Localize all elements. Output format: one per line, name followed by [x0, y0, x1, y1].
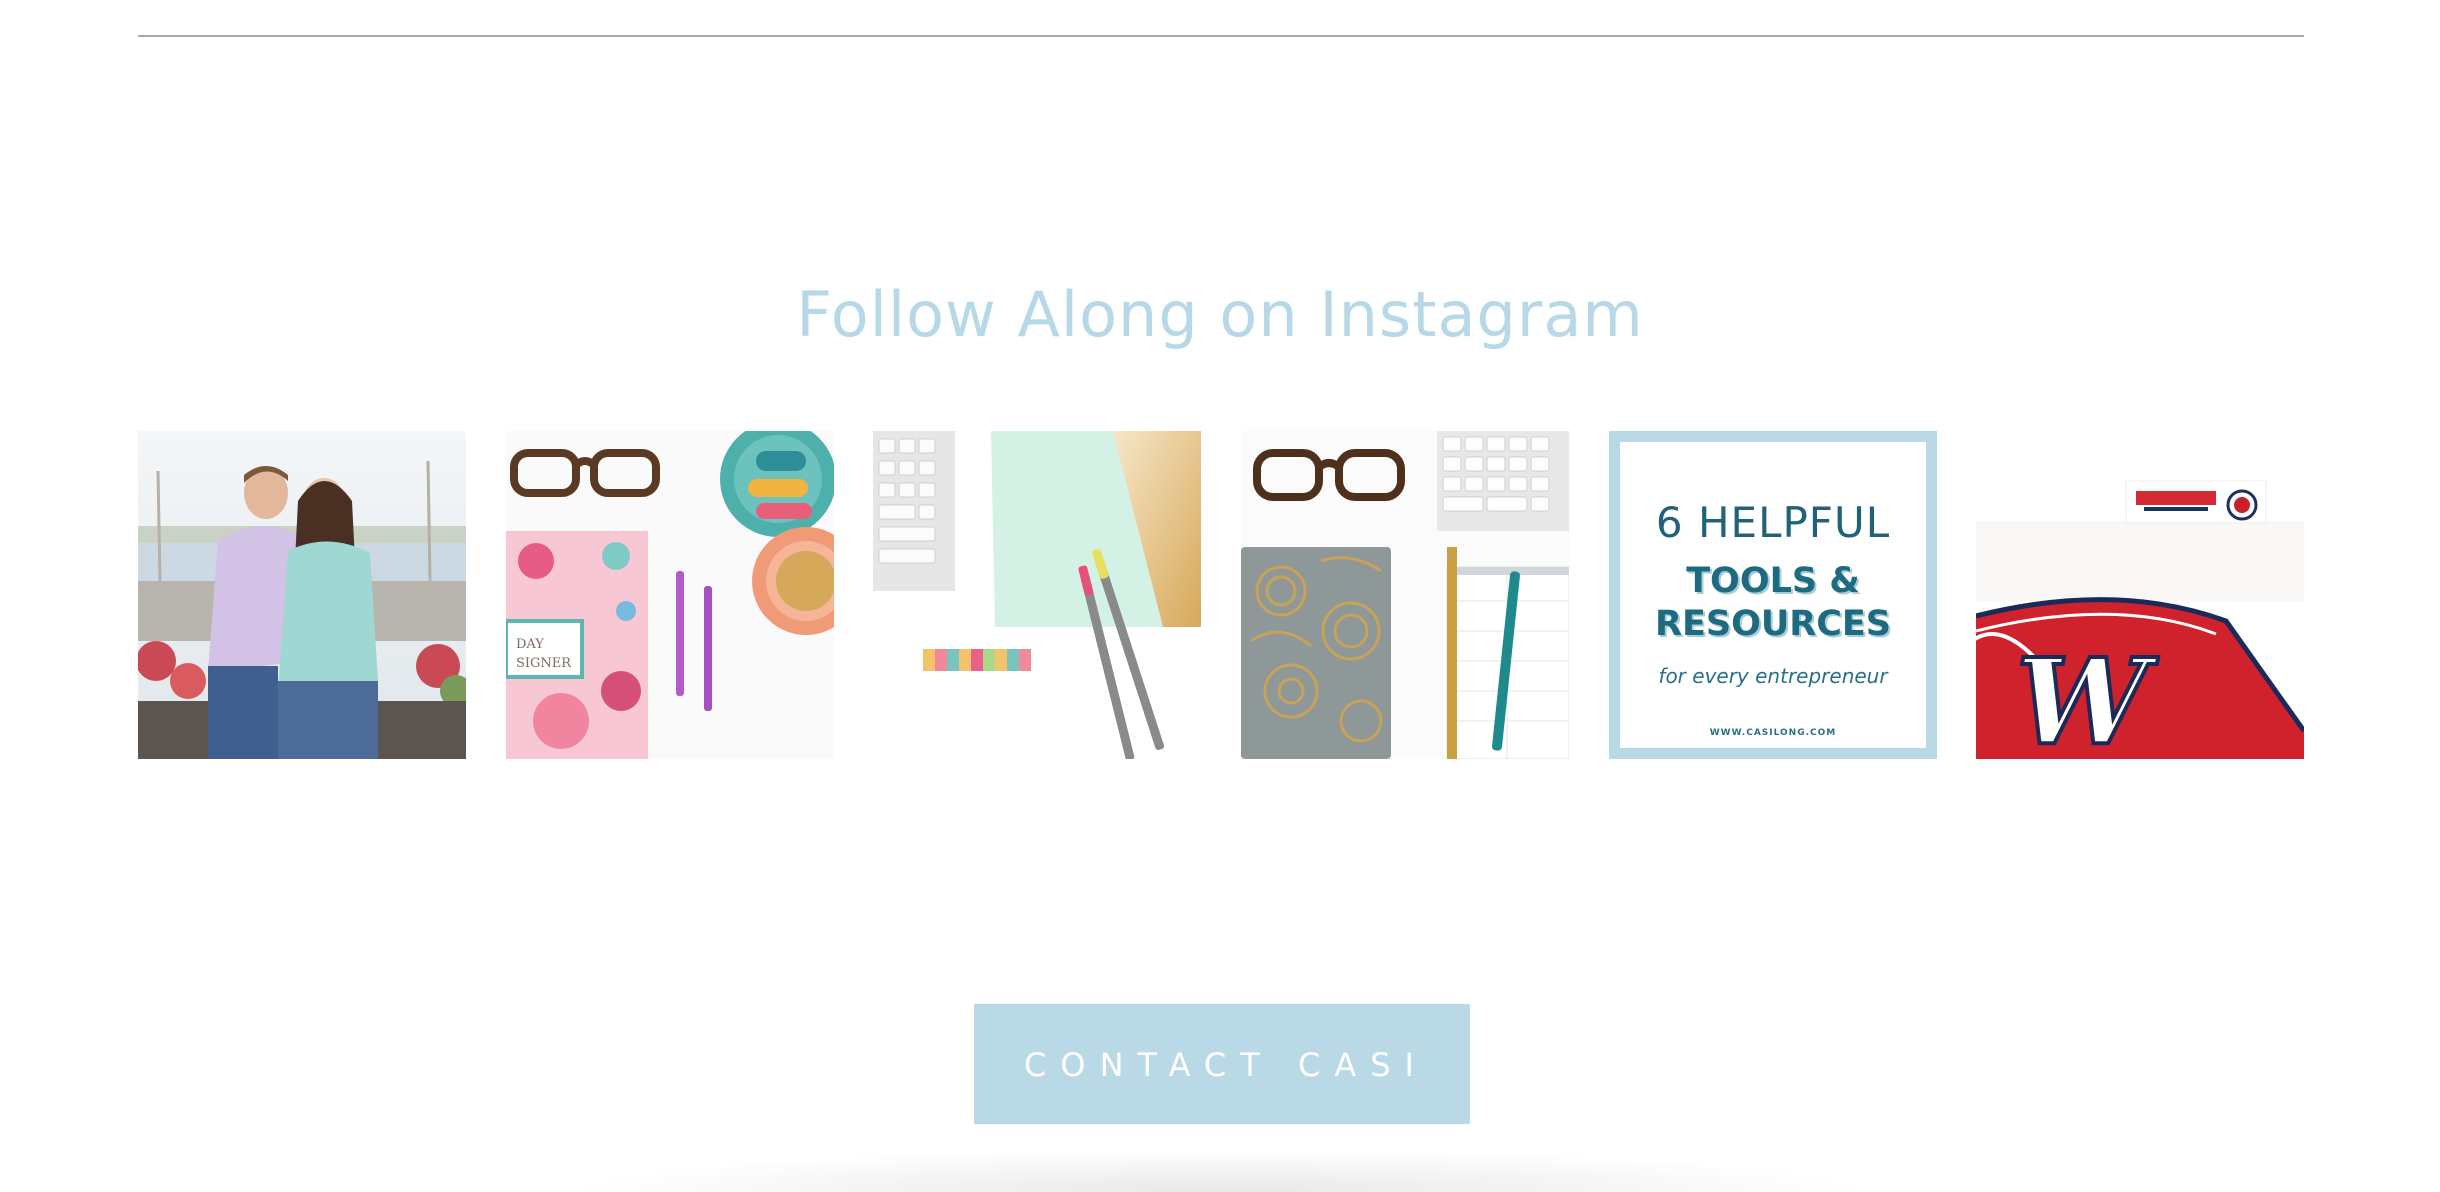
planner-flatlay-photo-icon: DAY SIGNER	[506, 431, 834, 759]
desk-flatlay-photo-icon	[873, 431, 1201, 759]
nationals-jersey-photo-icon: W	[1976, 431, 2304, 759]
promo-tagline: for every entrepreneur	[1658, 664, 1888, 688]
divider-line	[138, 35, 2304, 37]
instagram-post-5[interactable]: 6 HELPFUL TOOLS & RESOURCES for every en…	[1609, 431, 1937, 759]
svg-text:DAY: DAY	[516, 637, 544, 652]
instagram-section-title: Follow Along on Instagram	[796, 278, 1644, 351]
notebook-flatlay-photo-icon	[1241, 431, 1569, 759]
instagram-post-6[interactable]: W	[1976, 431, 2304, 759]
instagram-post-1[interactable]	[138, 431, 466, 759]
promo-heading: 6 HELPFUL	[1655, 498, 1891, 547]
instagram-post-2[interactable]: DAY SIGNER	[506, 431, 834, 759]
promo-subheading-1: TOOLS &	[1686, 561, 1860, 601]
promo-graphic-icon: 6 HELPFUL TOOLS & RESOURCES for every en…	[1609, 431, 1937, 759]
footer-shadow	[560, 1148, 1880, 1192]
contact-button[interactable]: CONTACT CASI	[974, 1004, 1470, 1124]
instagram-post-3[interactable]	[873, 431, 1201, 759]
svg-text:W: W	[2016, 632, 2159, 759]
page: Follow Along on Instagram DAY SIGNER 6 H…	[0, 0, 2440, 1192]
couple-photo-icon	[138, 431, 466, 759]
svg-text:SIGNER: SIGNER	[516, 656, 572, 671]
instagram-gallery: DAY SIGNER 6 HELPFUL TOOLS & RESOURCES f…	[138, 431, 2304, 759]
instagram-post-4[interactable]	[1241, 431, 1569, 759]
promo-url: WWW.CASILONG.COM	[1709, 728, 1837, 738]
promo-subheading-2: RESOURCES	[1655, 604, 1891, 644]
